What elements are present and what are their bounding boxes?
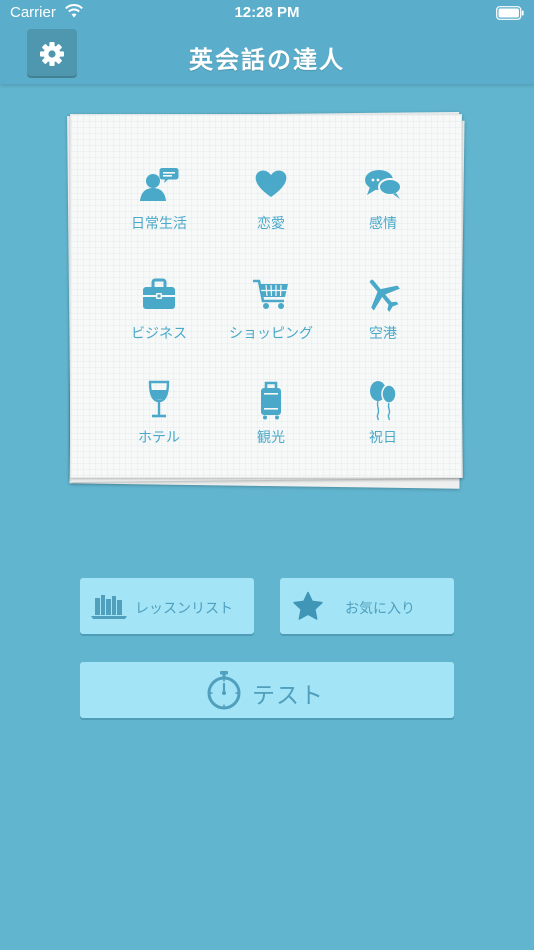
- balloons-icon: [370, 381, 397, 421]
- category-label: 感情: [369, 216, 397, 232]
- category-label: ショッピング: [229, 326, 313, 342]
- heart-icon: [255, 170, 287, 197]
- airplane-icon: [369, 279, 400, 312]
- category-emotions[interactable]: 感情: [323, 165, 443, 255]
- card-sheet-front: 日常生活 恋愛 感情 ビジネス ショッピング 空港 ホテル 観光 祝日: [70, 114, 462, 478]
- category-shopping[interactable]: ショッピング: [211, 275, 331, 365]
- category-label: 日常生活: [131, 216, 187, 232]
- person-speech-icon: [140, 168, 179, 201]
- stopwatch-icon: [207, 671, 241, 710]
- category-holidays[interactable]: 祝日: [323, 379, 443, 469]
- category-label: 祝日: [369, 430, 397, 446]
- shopping-cart-icon: [253, 279, 288, 309]
- favorites-button[interactable]: お気に入り: [280, 578, 454, 634]
- battery-icon: [496, 6, 524, 20]
- category-business[interactable]: ビジネス: [99, 275, 219, 365]
- favorites-label: お気に入り: [345, 601, 415, 617]
- category-romance[interactable]: 恋愛: [211, 165, 331, 255]
- category-card: 日常生活 恋愛 感情 ビジネス ショッピング 空港 ホテル 観光 祝日: [66, 110, 466, 489]
- category-airport[interactable]: 空港: [323, 275, 443, 365]
- test-label: テスト: [252, 683, 324, 709]
- category-sightseeing[interactable]: 観光: [211, 379, 331, 469]
- star-icon: [293, 591, 323, 620]
- clock: 12:28 PM: [234, 4, 300, 21]
- lesson-list-button[interactable]: レッスンリスト: [80, 578, 254, 634]
- nav-bar: 英会話の達人: [0, 26, 534, 84]
- status-bar: Carrier 12:28 PM: [0, 0, 534, 26]
- speech-bubbles-icon: [365, 170, 402, 199]
- category-label: ホテル: [138, 430, 180, 446]
- wine-glass-icon: [148, 380, 170, 418]
- category-label: 空港: [369, 326, 397, 342]
- app-title: 英会話の達人: [189, 46, 345, 74]
- lesson-list-label: レッスンリスト: [135, 601, 233, 617]
- suitcase-icon: [261, 381, 281, 420]
- test-button[interactable]: テスト: [80, 662, 454, 718]
- briefcase-icon: [143, 278, 175, 309]
- category-label: ビジネス: [131, 326, 187, 342]
- category-label: 観光: [257, 430, 285, 446]
- category-hotel[interactable]: ホテル: [99, 379, 219, 469]
- category-daily-life[interactable]: 日常生活: [99, 165, 219, 255]
- category-label: 恋愛: [257, 216, 285, 232]
- books-icon: [91, 595, 127, 619]
